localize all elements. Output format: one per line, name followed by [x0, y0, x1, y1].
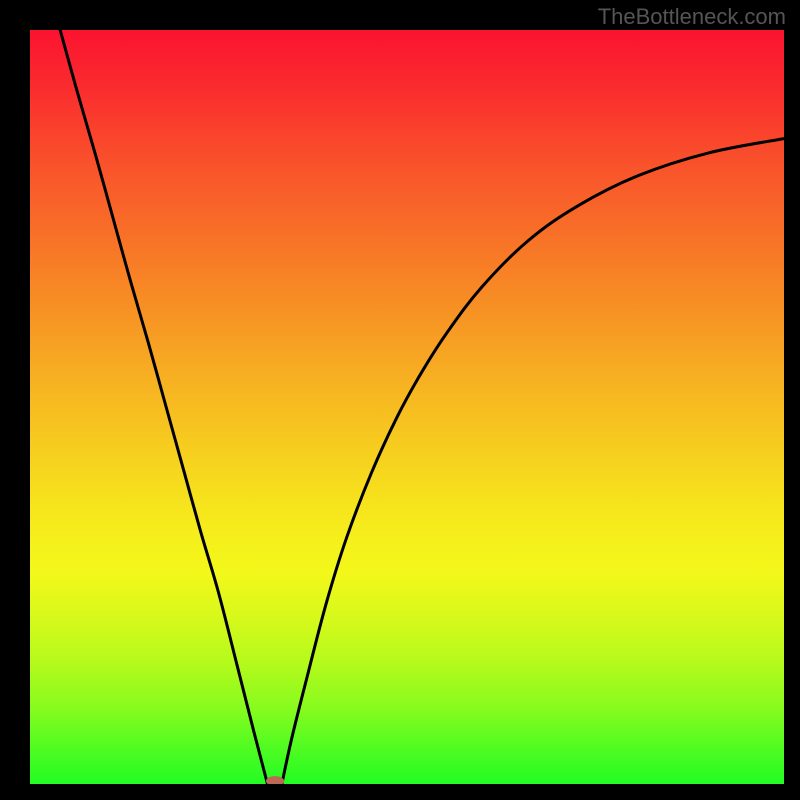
- minimum-dot-marker: [266, 776, 284, 784]
- bottleneck-curve: [30, 30, 784, 784]
- chart-frame: TheBottleneck.com: [0, 0, 800, 800]
- watermark-text: TheBottleneck.com: [598, 4, 786, 30]
- curve-left-branch: [60, 30, 267, 784]
- curve-right-branch: [282, 139, 784, 784]
- chart-plot-area: [30, 30, 784, 784]
